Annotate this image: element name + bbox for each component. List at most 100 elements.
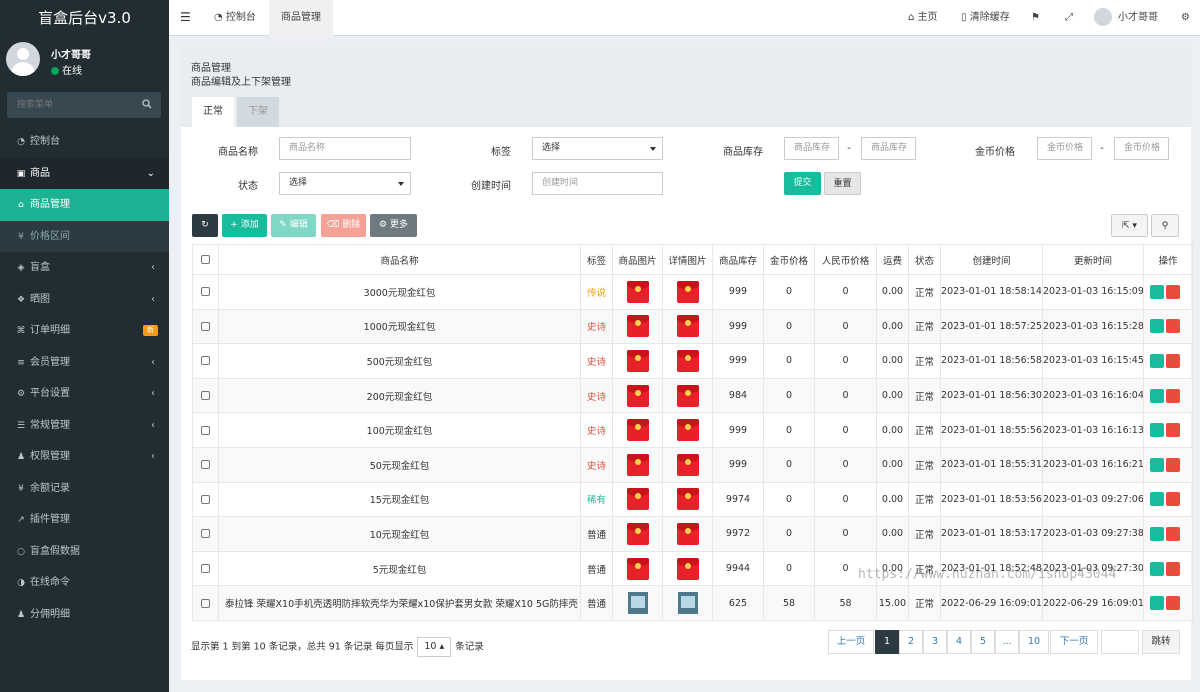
sidebar-item-15[interactable]: ♟ 分佣明细 xyxy=(0,599,169,631)
row-select-cell[interactable] xyxy=(192,481,219,518)
jump-button[interactable]: 跳转 xyxy=(1142,630,1180,654)
column-header[interactable]: 状态 xyxy=(908,244,941,275)
search-input[interactable] xyxy=(7,92,137,118)
sidebar-item-7[interactable]: ≡ 会员管理 ‹ xyxy=(0,347,169,379)
row-select-cell[interactable] xyxy=(192,516,219,552)
row-select-cell[interactable] xyxy=(192,343,219,379)
tab-dashboard[interactable]: ◔ 控制台 xyxy=(202,0,268,36)
row-checkbox[interactable] xyxy=(201,494,210,504)
sidebar-item-5[interactable]: ❖ 晒图 ‹ xyxy=(0,284,169,316)
page-button-5[interactable]: ... xyxy=(995,630,1019,654)
row-edit-icon[interactable] xyxy=(1150,284,1164,299)
row-checkbox[interactable] xyxy=(201,460,210,470)
row-delete-icon[interactable] xyxy=(1166,319,1180,334)
row-edit-icon[interactable] xyxy=(1150,423,1164,438)
detail-image[interactable] xyxy=(676,315,699,338)
goods-image[interactable] xyxy=(627,592,648,615)
detail-image[interactable] xyxy=(676,488,699,511)
row-checkbox[interactable] xyxy=(201,356,210,366)
page-button-0[interactable]: 1 xyxy=(875,630,899,654)
goods-image[interactable] xyxy=(626,453,649,476)
coin-min-input[interactable]: 金币价格 xyxy=(1037,137,1092,160)
row-delete-icon[interactable] xyxy=(1166,423,1180,438)
detail-image[interactable] xyxy=(676,349,699,372)
table-search-button[interactable]: ⚲ xyxy=(1151,214,1179,237)
prev-page-button[interactable]: 上一页 xyxy=(828,630,874,654)
sidebar-item-10[interactable]: ♟ 权限管理 ‹ xyxy=(0,441,169,473)
edit-button[interactable]: ✎ 编辑 xyxy=(271,214,316,237)
tab-offshelf[interactable]: 下架 xyxy=(237,97,279,127)
row-delete-icon[interactable] xyxy=(1166,284,1180,299)
created-input[interactable]: 创建时间 xyxy=(532,172,663,195)
row-checkbox[interactable] xyxy=(201,529,210,539)
row-edit-icon[interactable] xyxy=(1150,353,1164,368)
goods-image[interactable] xyxy=(626,488,649,511)
row-delete-icon[interactable] xyxy=(1166,596,1180,611)
settings-gear-icon[interactable]: ⚙ xyxy=(1181,0,1190,36)
row-edit-icon[interactable] xyxy=(1150,388,1164,403)
row-checkbox[interactable] xyxy=(201,598,210,608)
fullscreen-icon[interactable]: ⤢ xyxy=(1065,0,1073,36)
row-select-cell[interactable] xyxy=(192,550,219,587)
page-button-2[interactable]: 3 xyxy=(923,630,947,654)
more-button[interactable]: ⚙ 更多 xyxy=(370,214,417,237)
sidebar-item-6[interactable]: ⌘ 订单明细 新 xyxy=(0,315,169,347)
app-title[interactable]: 盲盒后台v3.0 xyxy=(0,0,169,36)
menu-toggle-icon[interactable]: ☰ xyxy=(180,11,191,23)
goods-image[interactable] xyxy=(626,419,649,442)
row-select-cell[interactable] xyxy=(192,308,219,345)
column-header[interactable]: 标签 xyxy=(580,244,613,275)
sidebar-item-12[interactable]: ↗ 插件管理 xyxy=(0,504,169,536)
row-checkbox[interactable] xyxy=(201,287,210,297)
name-input[interactable]: 商品名称 xyxy=(279,137,411,160)
export-button[interactable]: ⇱ ▾ xyxy=(1111,214,1148,237)
sidebar-item-14[interactable]: ◑ 在线命令 xyxy=(0,567,169,599)
row-checkbox[interactable] xyxy=(201,391,210,401)
goods-image[interactable] xyxy=(626,280,649,303)
row-select-cell[interactable] xyxy=(192,412,219,448)
row-edit-icon[interactable] xyxy=(1150,561,1164,576)
row-select-cell[interactable] xyxy=(192,274,219,310)
column-header[interactable]: 详情图片 xyxy=(662,244,713,275)
search-icon[interactable] xyxy=(142,99,152,109)
column-header[interactable]: 商品图片 xyxy=(612,244,663,275)
row-checkbox[interactable] xyxy=(201,321,210,331)
row-delete-icon[interactable] xyxy=(1166,492,1180,507)
row-edit-icon[interactable] xyxy=(1150,492,1164,507)
tab-goods[interactable]: 商品管理 xyxy=(269,0,333,36)
row-select-cell[interactable] xyxy=(192,446,219,483)
row-edit-icon[interactable] xyxy=(1150,457,1164,472)
row-edit-icon[interactable] xyxy=(1150,596,1164,611)
stock-max-input[interactable]: 商品库存 xyxy=(861,137,916,160)
sidebar-item-8[interactable]: ⚙ 平台设置 ‹ xyxy=(0,378,169,410)
detail-image[interactable] xyxy=(676,280,699,303)
goods-image[interactable] xyxy=(626,349,649,372)
submit-button[interactable]: 提交 xyxy=(784,172,821,195)
row-delete-icon[interactable] xyxy=(1166,353,1180,368)
language-icon[interactable]: ⚑ xyxy=(1031,0,1040,36)
goods-image[interactable] xyxy=(626,315,649,338)
sidebar-item-1[interactable]: ▣ 商品 ⌄ xyxy=(0,157,169,189)
column-header[interactable]: 人民币价格 xyxy=(814,244,877,275)
per-page-select[interactable]: 10 ▴ xyxy=(417,637,452,657)
select-all-checkbox[interactable] xyxy=(201,255,210,264)
detail-image[interactable] xyxy=(676,557,699,580)
reset-button[interactable]: 重置 xyxy=(824,172,861,195)
column-header[interactable]: 金币价格 xyxy=(763,244,815,275)
row-select-cell[interactable] xyxy=(192,377,219,414)
home-link[interactable]: ⌂ 主页 xyxy=(908,0,938,36)
row-delete-icon[interactable] xyxy=(1166,457,1180,472)
detail-image[interactable] xyxy=(677,592,698,615)
column-header[interactable]: 商品库存 xyxy=(712,244,764,275)
menu-search[interactable] xyxy=(7,92,161,118)
page-button-3[interactable]: 4 xyxy=(947,630,971,654)
sidebar-item-4[interactable]: ◈ 盲盒 ‹ xyxy=(0,252,169,284)
select-all-cell[interactable] xyxy=(192,244,219,275)
next-page-button[interactable]: 下一页 xyxy=(1050,630,1098,654)
sidebar-item-11[interactable]: ¥ 余额记录 xyxy=(0,473,169,505)
detail-image[interactable] xyxy=(676,384,699,407)
column-header[interactable]: 更新时间 xyxy=(1042,244,1144,275)
goods-image[interactable] xyxy=(626,557,649,580)
detail-image[interactable] xyxy=(676,522,699,545)
jump-page-input[interactable] xyxy=(1101,630,1139,654)
